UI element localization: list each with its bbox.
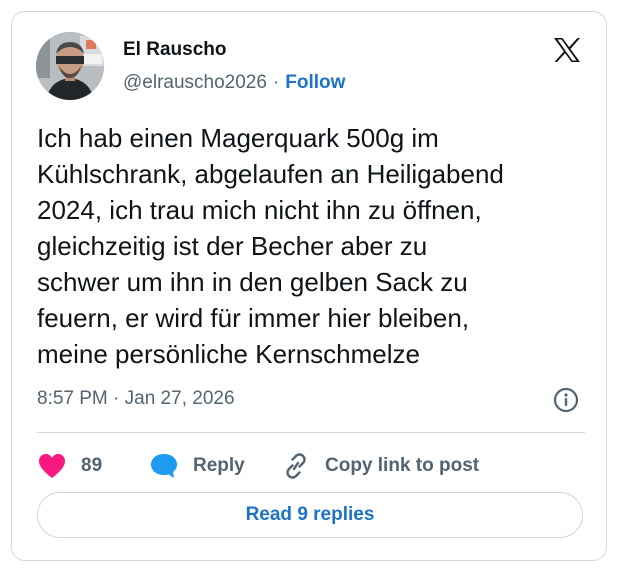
- heart-icon: [39, 454, 65, 478]
- like-count: 89: [81, 455, 103, 476]
- handle-row: @elrauscho2026 · Follow: [123, 72, 345, 94]
- avatar-photo: [36, 32, 104, 100]
- tweet-card: El Rauscho @elrauscho2026 · Follow Ich hab…: [11, 11, 607, 561]
- speech-bubble-icon: [151, 454, 177, 478]
- reply-label: Reply: [193, 455, 245, 476]
- author-name[interactable]: El Rauscho: [123, 39, 226, 61]
- handle-separator: ·: [272, 72, 280, 93]
- like-button[interactable]: 89: [37, 446, 102, 486]
- read-replies-button[interactable]: Read 9 replies: [37, 492, 583, 538]
- link-icon: [286, 453, 306, 479]
- divider: [37, 432, 585, 433]
- tweet-timestamp[interactable]: 8:57 PM · Jan 27, 2026: [37, 388, 235, 410]
- info-icon[interactable]: [553, 387, 579, 413]
- avatar[interactable]: [36, 32, 104, 100]
- follow-button[interactable]: Follow: [285, 72, 345, 93]
- copy-link-button[interactable]: Copy link to post: [281, 446, 479, 486]
- reply-button[interactable]: Reply: [149, 446, 245, 486]
- tweet-text: Ich hab einen Magerquark 500g im Kühlsch…: [37, 123, 504, 369]
- x-logo-icon[interactable]: [553, 37, 581, 63]
- copy-link-label: Copy link to post: [325, 455, 480, 476]
- author-handle[interactable]: @elrauscho2026: [123, 72, 267, 93]
